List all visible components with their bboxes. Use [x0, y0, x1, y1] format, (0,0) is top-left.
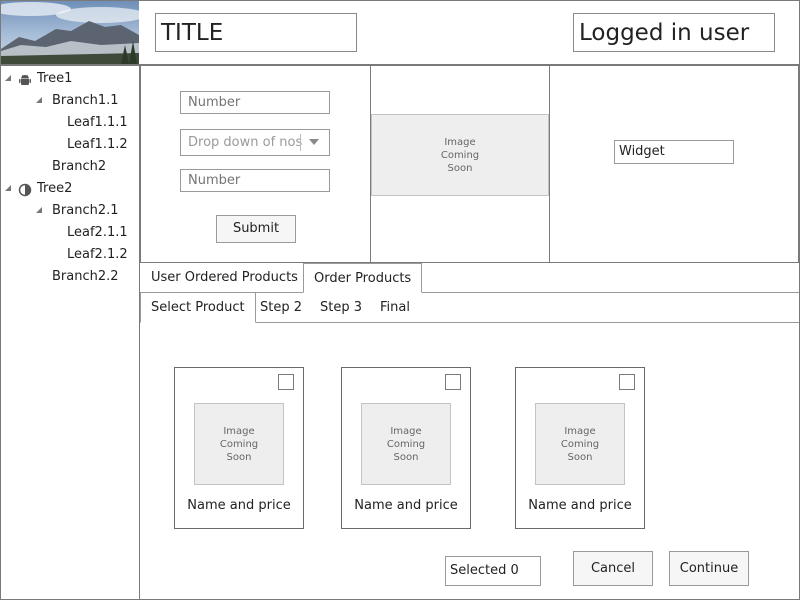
- continue-button[interactable]: Continue: [669, 551, 749, 586]
- placeholder-text: Coming: [219, 438, 259, 450]
- placeholder-text: Image: [444, 136, 476, 148]
- tree-item-leaf2-1-2[interactable]: Leaf2.1.2: [67, 246, 128, 264]
- cancel-button[interactable]: Cancel: [573, 551, 653, 586]
- placeholder-text: Image: [390, 425, 422, 437]
- product-name-price: Name and price: [354, 498, 458, 513]
- half-circle-icon: [18, 182, 32, 197]
- product-checkbox[interactable]: [619, 374, 635, 390]
- placeholder-text: Coming: [440, 149, 480, 161]
- number-dropdown[interactable]: Drop down of nos: [180, 129, 330, 156]
- product-image-placeholder: Image Coming Soon: [194, 403, 284, 485]
- widget-field[interactable]: Widget: [614, 140, 734, 164]
- placeholder-text: Image: [223, 425, 255, 437]
- tab-step-2[interactable]: Step 2: [250, 293, 312, 323]
- placeholder-text: Soon: [393, 451, 419, 463]
- product-name-price: Name and price: [187, 498, 291, 513]
- page-title: TITLE: [155, 13, 357, 52]
- expand-arrow-icon[interactable]: [36, 207, 42, 213]
- tab-user-ordered-products[interactable]: User Ordered Products: [141, 263, 308, 293]
- tree-item-tree2[interactable]: Tree2: [37, 180, 72, 198]
- logged-in-user[interactable]: Logged in user: [573, 13, 775, 52]
- number-input-1[interactable]: [180, 91, 330, 114]
- tree-item-branch2-1[interactable]: Branch2.1: [52, 202, 119, 220]
- logo-image: [1, 1, 139, 64]
- placeholder-text: Soon: [226, 451, 252, 463]
- submit-button[interactable]: Submit: [216, 215, 296, 243]
- tab-final[interactable]: Final: [370, 293, 420, 323]
- dropdown-placeholder: Drop down of nos: [188, 135, 303, 150]
- tree-item-tree1[interactable]: Tree1: [37, 70, 72, 88]
- product-name-price: Name and price: [528, 498, 632, 513]
- tree-item-leaf2-1-1[interactable]: Leaf2.1.1: [67, 224, 128, 242]
- tab-order-products[interactable]: Order Products: [303, 263, 423, 293]
- tree-item-branch2-2[interactable]: Branch2.2: [52, 268, 119, 286]
- android-icon: [18, 72, 32, 86]
- expand-arrow-icon[interactable]: [36, 97, 42, 103]
- expand-arrow-icon[interactable]: [5, 185, 11, 191]
- placeholder-text: Soon: [447, 162, 473, 174]
- placeholder-text: Soon: [567, 451, 593, 463]
- product-checkbox[interactable]: [278, 374, 294, 390]
- product-image-placeholder: Image Coming Soon: [361, 403, 451, 485]
- number-input-2[interactable]: [180, 169, 330, 192]
- product-card[interactable]: Image Coming Soon Name and price: [515, 367, 645, 529]
- dropdown-separator: [300, 134, 301, 151]
- placeholder-text: Coming: [386, 438, 426, 450]
- product-checkbox[interactable]: [445, 374, 461, 390]
- selected-count: Selected 0: [445, 556, 541, 586]
- tree-item-branch2[interactable]: Branch2: [52, 158, 106, 176]
- tree-item-branch1-1[interactable]: Branch1.1: [52, 92, 119, 110]
- chevron-down-icon[interactable]: [309, 139, 319, 145]
- expand-arrow-icon[interactable]: [5, 75, 11, 81]
- tree-view: Tree1 Branch1.1 Leaf1.1.1 Leaf1.1.2 Bran…: [0, 66, 140, 600]
- placeholder-text: Coming: [560, 438, 600, 450]
- tree-item-leaf1-1-1[interactable]: Leaf1.1.1: [67, 114, 128, 132]
- image-placeholder: Image Coming Soon: [371, 114, 549, 196]
- tree-item-leaf1-1-2[interactable]: Leaf1.1.2: [67, 136, 128, 154]
- tab-select-product[interactable]: Select Product: [140, 293, 256, 323]
- widget-panel: [549, 65, 799, 263]
- product-card[interactable]: Image Coming Soon Name and price: [174, 367, 304, 529]
- tab-step-3[interactable]: Step 3: [310, 293, 372, 323]
- placeholder-text: Image: [564, 425, 596, 437]
- product-image-placeholder: Image Coming Soon: [535, 403, 625, 485]
- product-card[interactable]: Image Coming Soon Name and price: [341, 367, 471, 529]
